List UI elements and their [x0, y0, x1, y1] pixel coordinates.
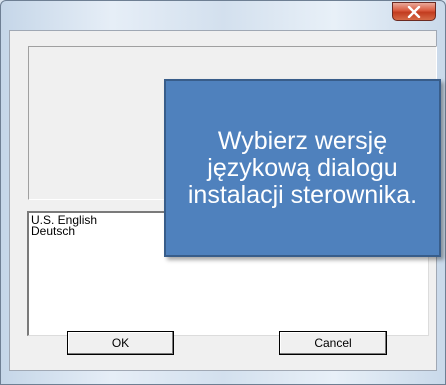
instruction-callout: Wybierz wersję językową dialogu instalac… — [164, 79, 441, 257]
ok-button[interactable]: OK — [67, 331, 174, 355]
callout-text: Wybierz wersję językową dialogu instalac… — [187, 126, 418, 209]
window-bottom-frame — [1, 371, 445, 385]
title-bar[interactable] — [1, 1, 445, 29]
cancel-button[interactable]: Cancel — [279, 331, 387, 355]
close-button[interactable] — [392, 2, 436, 21]
close-x-icon — [407, 5, 421, 18]
